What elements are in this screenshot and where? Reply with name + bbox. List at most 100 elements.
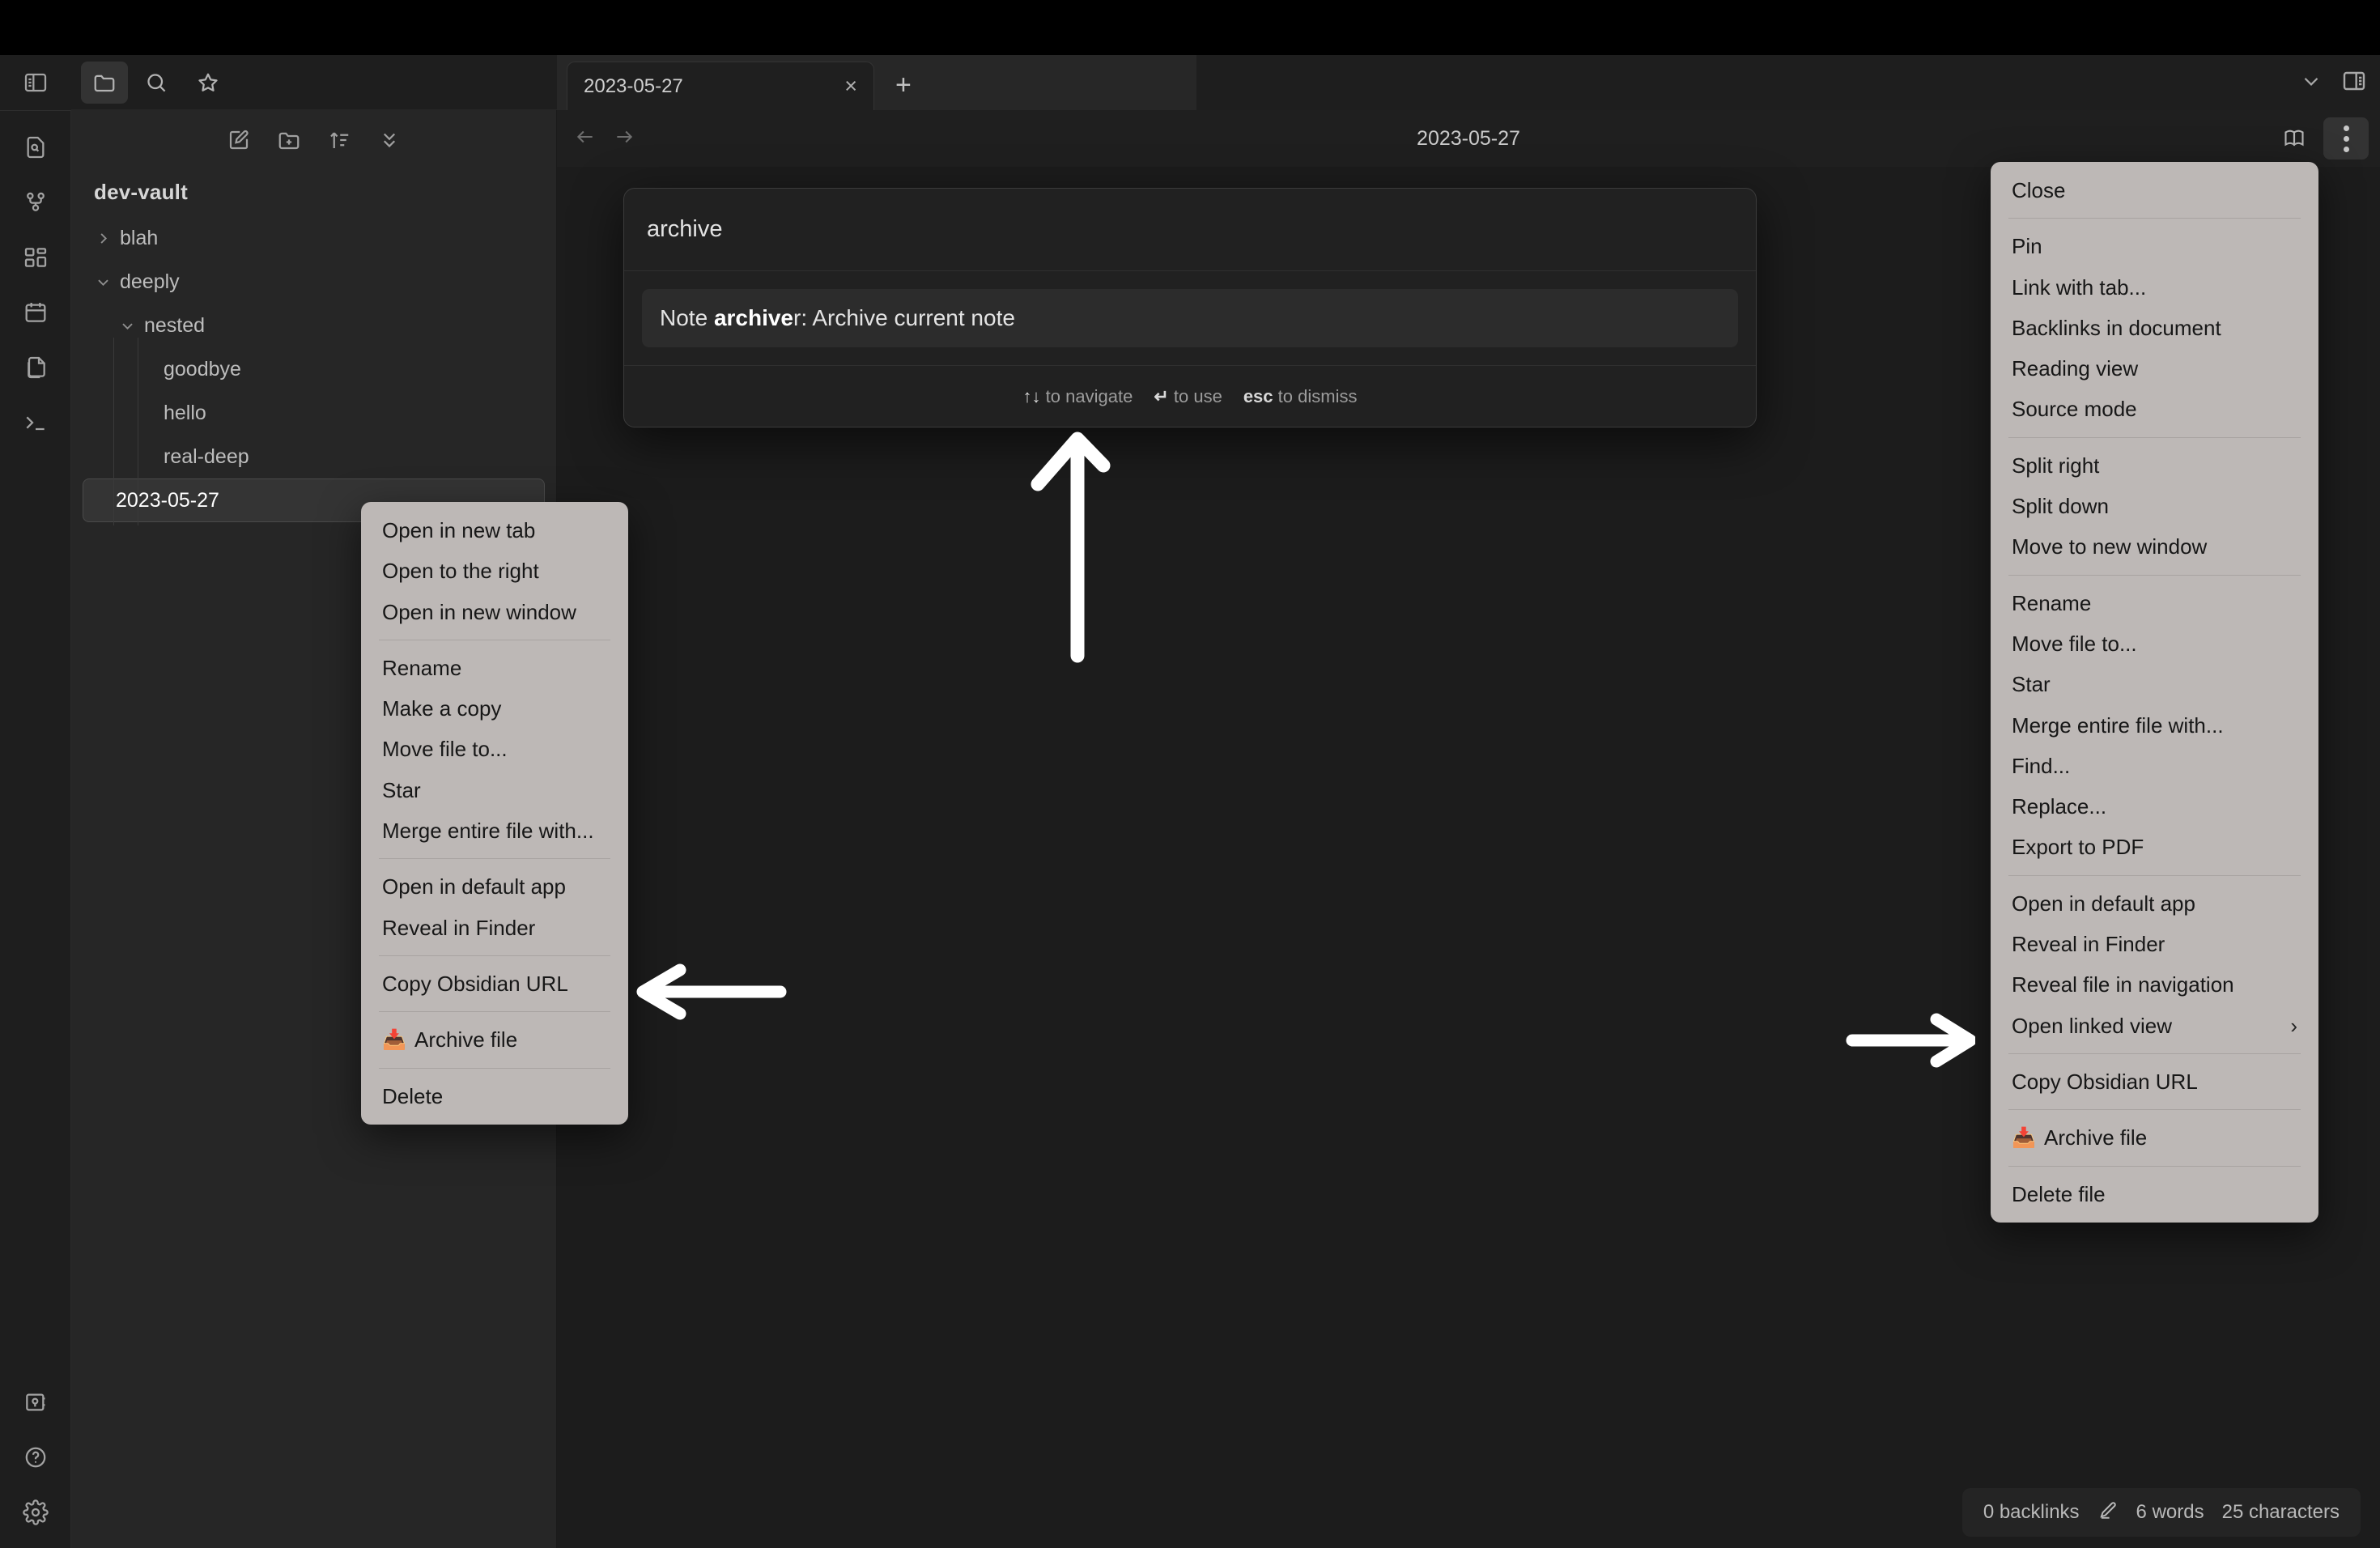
menu-item-rename[interactable]: Rename <box>361 648 628 688</box>
menu-item-label: Pin <box>2012 230 2042 262</box>
chevron-down-icon[interactable] <box>91 274 115 290</box>
sort-button[interactable] <box>327 128 351 152</box>
menu-item-open-to-the-right[interactable]: Open to the right <box>361 551 628 591</box>
toggle-right-sidebar-icon[interactable] <box>2341 68 2367 98</box>
chevron-down-icon[interactable] <box>115 318 139 334</box>
menu-item-reveal-file-in-navigation[interactable]: Reveal file in navigation <box>1991 964 2318 1005</box>
menu-item-star[interactable]: Star <box>361 770 628 810</box>
status-words[interactable]: 6 words <box>2136 1501 2204 1524</box>
tree-file-goodbye[interactable]: goodbye <box>131 347 545 391</box>
menu-item-label: Reveal file in navigation <box>2012 968 2234 1001</box>
menu-item-delete[interactable]: Delete <box>361 1076 628 1116</box>
sidebar-item-bookmarks[interactable] <box>185 62 232 104</box>
menu-item-move-file-to[interactable]: Move file to... <box>1991 623 2318 664</box>
settings-icon[interactable] <box>0 1485 71 1540</box>
menu-item-copy-obsidian-url[interactable]: Copy Obsidian URL <box>361 963 628 1004</box>
menu-separator <box>2008 437 2301 438</box>
menu-item-source-mode[interactable]: Source mode <box>1991 389 2318 429</box>
view-header: 2023-05-27 <box>557 110 2380 167</box>
menu-item-label: Link with tab... <box>2012 271 2146 304</box>
menu-item-label: Move file to... <box>382 733 508 765</box>
menu-item-link-with-tab[interactable]: Link with tab... <box>1991 267 2318 308</box>
tree-folder-nested[interactable]: nested <box>107 304 545 347</box>
menu-item-label: Open to the right <box>382 555 539 587</box>
menu-item-replace[interactable]: Replace... <box>1991 786 2318 827</box>
canvas-icon[interactable] <box>0 230 71 285</box>
menu-item-open-in-new-window[interactable]: Open in new window <box>361 592 628 632</box>
menu-item-reading-view[interactable]: Reading view <box>1991 348 2318 389</box>
sidebar-item-search[interactable] <box>133 62 180 104</box>
tab-bar-right-controls <box>2299 55 2367 110</box>
menu-item-archive-file[interactable]: 📥Archive file <box>361 1019 628 1060</box>
status-backlinks[interactable]: 0 backlinks <box>1983 1501 2080 1524</box>
forward-arrow-icon[interactable] <box>614 126 635 151</box>
menu-item-delete-file[interactable]: Delete file <box>1991 1174 2318 1214</box>
menu-item-move-to-new-window[interactable]: Move to new window <box>1991 526 2318 567</box>
terminal-icon[interactable] <box>0 395 71 450</box>
back-arrow-icon[interactable] <box>575 126 596 151</box>
file-context-menu: Open in new tab Open to the right Open in … <box>361 502 628 1125</box>
tree-file-real-deep[interactable]: real-deep <box>131 435 545 478</box>
menu-item-backlinks-in-document[interactable]: Backlinks in document <box>1991 308 2318 348</box>
menu-separator <box>2008 1166 2301 1167</box>
graph-view-icon[interactable] <box>0 175 71 230</box>
tree-folder-deeply[interactable]: deeply <box>83 260 545 304</box>
menu-separator <box>379 955 610 956</box>
menu-item-label: Open linked view <box>2012 1010 2172 1042</box>
archive-tray-icon: 📥 <box>2012 1123 2033 1153</box>
chevron-down-icon[interactable] <box>2299 69 2323 97</box>
tree-item-label: nested <box>144 314 205 338</box>
menu-item-pin[interactable]: Pin <box>1991 226 2318 266</box>
toggle-left-sidebar-button[interactable] <box>0 55 71 110</box>
vault-icon[interactable] <box>0 1375 71 1430</box>
key-hint-dismiss-text: to dismiss <box>1278 386 1358 406</box>
menu-item-label: Delete <box>382 1080 443 1112</box>
new-tab-button[interactable]: + <box>895 71 912 99</box>
key-hint-use-text: to use <box>1174 386 1222 406</box>
command-palette-input[interactable]: archive <box>624 189 1756 271</box>
quick-switcher-icon[interactable] <box>0 120 71 175</box>
reading-view-icon[interactable] <box>2272 117 2317 159</box>
help-icon[interactable] <box>0 1430 71 1485</box>
menu-item-archive-file[interactable]: 📥Archive file <box>1991 1117 2318 1158</box>
copy-files-icon[interactable] <box>0 340 71 395</box>
menu-item-merge-entire-file-with[interactable]: Merge entire file with... <box>361 810 628 851</box>
calendar-icon[interactable] <box>0 285 71 340</box>
tree-file-hello[interactable]: hello <box>131 391 545 435</box>
more-options-icon[interactable] <box>2323 117 2369 159</box>
menu-item-copy-obsidian-url[interactable]: Copy Obsidian URL <box>1991 1061 2318 1102</box>
menu-item-split-down[interactable]: Split down <box>1991 486 2318 526</box>
sidebar-item-files[interactable] <box>81 62 128 104</box>
suggestion-match: archive <box>714 305 793 330</box>
menu-item-close[interactable]: Close <box>1991 170 2318 211</box>
menu-item-reveal-in-finder[interactable]: Reveal in Finder <box>361 908 628 948</box>
tree-folder-blah[interactable]: blah <box>83 216 545 260</box>
tree-item-label: hello <box>164 402 206 425</box>
menu-item-open-linked-view[interactable]: Open linked view› <box>1991 1006 2318 1046</box>
tab-2023-05-27[interactable]: 2023-05-27 × <box>567 62 874 110</box>
ribbon-divider <box>0 110 71 111</box>
status-characters[interactable]: 25 characters <box>2222 1501 2340 1524</box>
menu-item-label: Copy Obsidian URL <box>2012 1065 2198 1098</box>
menu-item-split-right[interactable]: Split right <box>1991 445 2318 486</box>
suggestion-item[interactable]: Note archiver: Archive current note <box>642 289 1738 347</box>
menu-item-rename[interactable]: Rename <box>1991 583 2318 623</box>
chevron-right-icon[interactable] <box>91 231 115 246</box>
menu-item-open-in-default-app[interactable]: Open in default app <box>1991 883 2318 924</box>
menu-item-export-to-pdf[interactable]: Export to PDF <box>1991 827 2318 867</box>
new-folder-button[interactable] <box>277 128 301 152</box>
menu-item-label: Move file to... <box>2012 627 2137 660</box>
tree-item-label: 2023-05-27 <box>116 489 219 512</box>
menu-item-reveal-in-finder[interactable]: Reveal in Finder <box>1991 924 2318 964</box>
menu-item-open-in-new-tab[interactable]: Open in new tab <box>361 510 628 551</box>
tree-item-label: deeply <box>120 270 180 294</box>
menu-item-find[interactable]: Find... <box>1991 746 2318 786</box>
collapse-all-button[interactable] <box>377 128 402 152</box>
menu-item-open-in-default-app[interactable]: Open in default app <box>361 866 628 907</box>
menu-item-make-a-copy[interactable]: Make a copy <box>361 688 628 729</box>
new-note-button[interactable] <box>227 128 251 152</box>
close-icon[interactable]: × <box>844 75 857 97</box>
menu-item-merge-entire-file-with[interactable]: Merge entire file with... <box>1991 705 2318 746</box>
menu-item-move-file-to[interactable]: Move file to... <box>361 729 628 769</box>
menu-item-star[interactable]: Star <box>1991 664 2318 704</box>
